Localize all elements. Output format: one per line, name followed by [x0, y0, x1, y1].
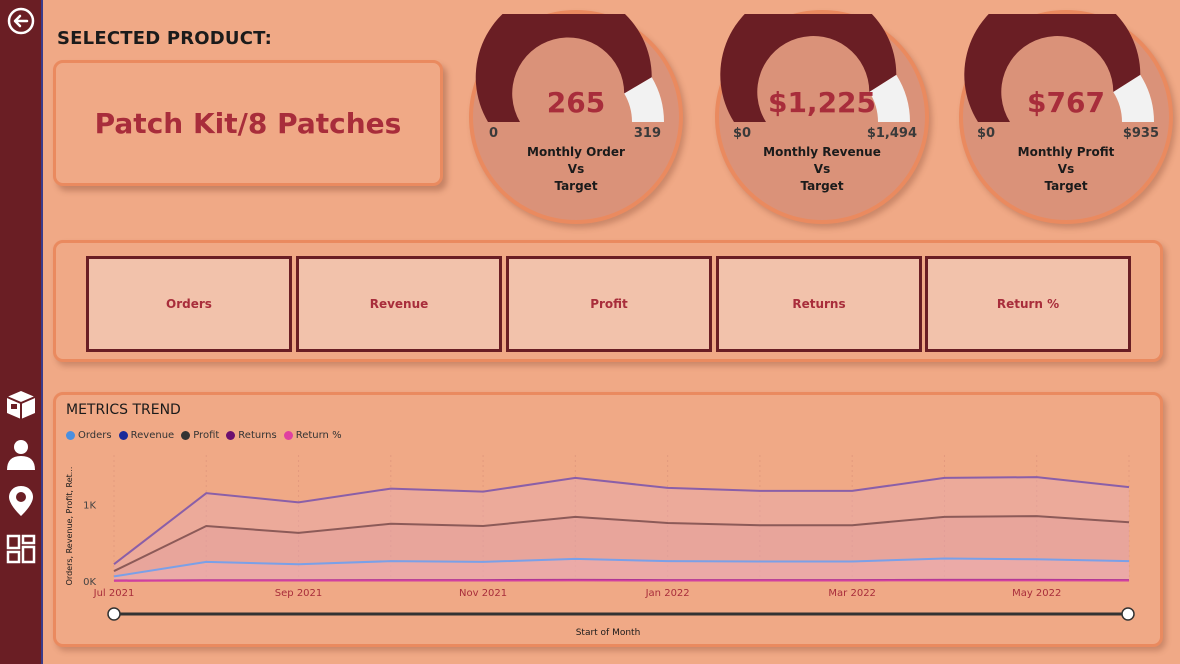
x-tick-label: Nov 2021 — [459, 588, 507, 599]
gauge-monthly-revenue: $1,225 $0 $1,494 Monthly Revenue Vs Targ… — [715, 10, 929, 224]
gauge-min: $0 — [977, 126, 996, 141]
product-box-icon[interactable] — [4, 388, 38, 422]
gauge-max: $935 — [1122, 126, 1159, 141]
gauge-monthly-order: 265 0 319 Monthly Order Vs Target — [469, 10, 683, 224]
gauge-title-line: Vs — [1057, 162, 1075, 176]
slider-end-handle[interactable] — [1121, 607, 1135, 621]
gauge-min: 0 — [489, 126, 499, 141]
gauge-title-line: Vs — [813, 162, 831, 176]
map-pin-icon[interactable] — [4, 484, 38, 518]
gauge-title-line: Monthly Profit — [1017, 145, 1115, 159]
y-axis-title: Orders, Revenue, Profit, Ret... — [65, 467, 74, 586]
gauge-value: 265 — [546, 86, 606, 119]
gauge-title-line: Vs — [567, 162, 585, 176]
y-tick-label: 0K — [83, 577, 96, 588]
trend-chart: 0K 1K Orders, Revenue, Profit, Ret... Jul 2… — [65, 455, 1135, 621]
back-arrow-icon[interactable] — [4, 4, 38, 38]
y-tick-label: 1K — [83, 501, 96, 512]
gauge-title-line: Target — [554, 179, 598, 193]
gauge-title-line: Target — [1044, 179, 1088, 193]
return-pct-button[interactable]: Return % — [925, 256, 1131, 352]
gauge-value: $1,225 — [767, 86, 877, 119]
profit-button[interactable]: Profit — [506, 256, 712, 352]
gauge-title: Monthly Revenue Vs Target — [719, 144, 925, 195]
dashboard-grid-icon[interactable] — [4, 532, 38, 566]
x-tick-label: Sep 2021 — [275, 588, 322, 599]
product-name: Patch Kit/8 Patches — [94, 106, 402, 140]
orders-button[interactable]: Orders — [86, 256, 292, 352]
product-card: Patch Kit/8 Patches — [53, 60, 443, 186]
x-tick-label: Jan 2022 — [645, 588, 690, 599]
x-tick-label: May 2022 — [1012, 588, 1061, 599]
x-tick-label: Jul 2021 — [93, 588, 135, 599]
gauge-title-line: Monthly Revenue — [763, 145, 881, 159]
gauge-max: 319 — [633, 126, 661, 141]
gauge-max: $1,494 — [866, 126, 917, 141]
gauge-title-line: Target — [800, 179, 844, 193]
customer-person-icon[interactable] — [4, 437, 38, 471]
gauge-title-line: Monthly Order — [527, 145, 625, 159]
x-axis-title: Start of Month — [575, 628, 641, 638]
gauge-value: $767 — [1027, 86, 1105, 119]
gauge-title: Monthly Profit Vs Target — [963, 144, 1169, 195]
revenue-button[interactable]: Revenue — [296, 256, 502, 352]
gauge-monthly-profit: $767 $0 $935 Monthly Profit Vs Target — [959, 10, 1173, 224]
sidebar-nav — [0, 0, 43, 664]
selected-product-label: SELECTED PRODUCT: — [57, 28, 273, 49]
metrics-trend-panel: METRICS TREND Orders Revenue Profit Retu… — [53, 392, 1163, 647]
metric-selector-panel: Orders Revenue Profit Returns Return % — [53, 240, 1163, 362]
gauge-title: Monthly Order Vs Target — [473, 144, 679, 195]
returns-button[interactable]: Returns — [716, 256, 922, 352]
slider-start-handle[interactable] — [107, 607, 121, 621]
gauge-min: $0 — [733, 126, 752, 141]
x-tick-label: Mar 2022 — [828, 588, 876, 599]
